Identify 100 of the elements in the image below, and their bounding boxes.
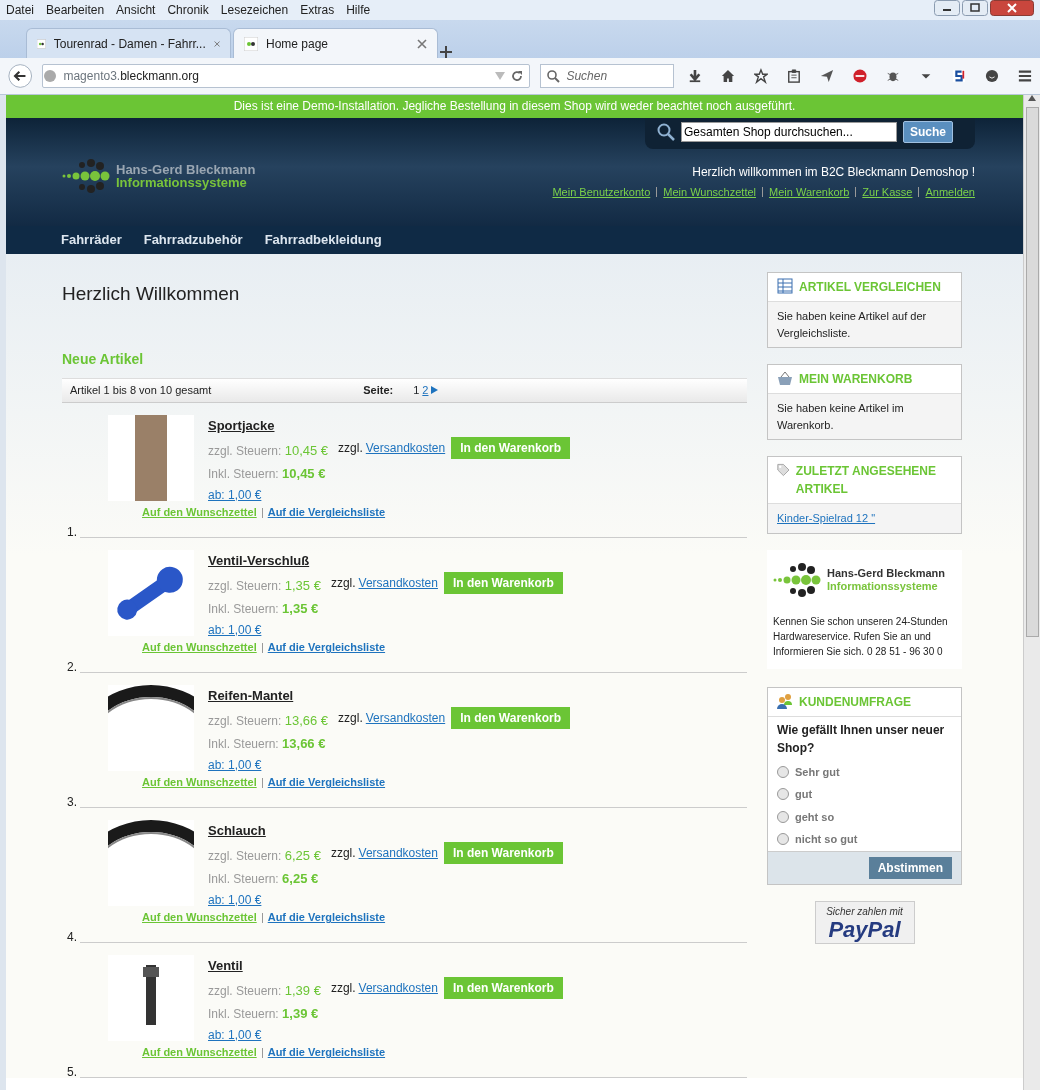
tax-excl-label: zzgl. Steuern: [208,579,282,593]
people-icon [777,692,793,709]
product-name[interactable]: Sportjacke [208,415,275,435]
compare-link[interactable]: Auf die Vergleichsliste [267,504,386,521]
account-link[interactable]: Zur Kasse [862,184,913,201]
logo-icon [62,156,112,196]
from-price-link[interactable]: ab: 1,00 € [208,891,262,909]
url-field[interactable]: magento3.bleckmann.org [42,64,531,88]
scrollbar-thumb[interactable] [1025,107,1039,637]
from-price-link[interactable]: ab: 1,00 € [208,756,262,774]
poll-option[interactable]: gut [768,783,961,806]
star-icon[interactable] [754,68,769,84]
page-link[interactable]: 2 [422,381,429,399]
block-title: ARTIKEL VERGLEICHEN [799,279,941,296]
search-field[interactable]: Suchen [540,64,675,88]
menu-item[interactable]: Hilfe [340,1,377,19]
next-page-icon[interactable] [431,386,439,394]
account-link[interactable]: Mein Wunschzettel [663,184,756,201]
menu-item[interactable]: Chronik [161,1,215,19]
recent-product-link[interactable]: Kinder-Spielrad 12 " [777,512,876,524]
reader-icon[interactable] [787,68,802,84]
globe-icon [43,69,58,83]
price-text: 13,66 € [284,713,329,728]
new-tab-icon[interactable] [440,46,452,58]
section-title: Neue Artikel [62,349,145,369]
item-count: Artikel 1 bis 8 von 10 gesamt [70,382,212,398]
shipping-link[interactable]: Versandkosten [365,439,446,457]
nav-link[interactable]: Fahrradbekleidung [264,230,382,250]
product-name[interactable]: Reifen-Mantel [208,685,294,705]
browser-tab[interactable]: Home page [233,28,438,58]
minimize-icon[interactable] [934,0,960,16]
item-number: 1. [67,523,78,540]
nav-link[interactable]: Fahrradzubehör [143,230,243,250]
search-icon [657,123,675,141]
menu-item[interactable]: Lesezeichen [214,1,295,19]
back-icon[interactable] [8,62,33,90]
logo-text: Hans-Gerd Bleckmann [116,163,256,176]
item-number: 4. [67,928,78,945]
menu-icon[interactable] [1017,68,1032,84]
account-link[interactable]: Mein Warenkorb [769,184,850,201]
from-price-link[interactable]: ab: 1,00 € [208,486,262,504]
poll-option[interactable]: Sehr gut [768,760,961,783]
page-title: Herzlich Willkommen [62,282,241,306]
adblock-icon[interactable] [853,68,868,84]
shop-search-field[interactable]: Gesamten Shop durchsuchen... [681,122,897,142]
tag-icon [777,462,790,478]
maximize-icon[interactable] [962,0,988,16]
menu-item[interactable]: Bearbeiten [40,1,111,19]
shipping-link[interactable]: Versandkosten [358,979,438,997]
shipping-link[interactable]: Versandkosten [358,574,438,592]
shipping-prefix: zzgl. [338,710,363,727]
promo-text: Kennen Sie schon unseren 24-Stunden Hardwareservice. Rufen Sie an und Informieren Sie sich. 0 28 51 - 96 30 0 [773,614,949,659]
compare-link[interactable]: Auf die Vergleichsliste [267,1044,386,1061]
search-input[interactable]: Suchen [564,66,655,86]
close-icon[interactable] [990,0,1034,16]
tab-title: Home page [266,35,330,53]
price-text: 6,25 € [282,870,319,886]
shipping-prefix: zzgl. [330,575,356,592]
nav-link[interactable]: Fahrräder [61,230,122,250]
product-name[interactable]: Schlauch [208,820,266,840]
shipping-link[interactable]: Versandkosten [358,844,438,862]
favicon-icon [37,36,46,51]
close-icon[interactable] [417,38,427,49]
browser-tab[interactable]: Tourenrad - Damen - Fahrr... [26,28,231,58]
vote-button[interactable]: Abstimmen [868,856,952,879]
price-text: 10,45 € [284,443,329,458]
block-title: MEIN WARENKORB [799,371,913,388]
reload-icon[interactable] [511,70,524,82]
tax-excl-label: zzgl. Steuern: [208,984,282,998]
price-text: 13,66 € [282,735,326,751]
product-name[interactable]: Ventil [208,955,243,975]
price-text: 1,35 € [282,600,319,616]
favicon-icon [244,36,258,51]
from-price-link[interactable]: ab: 1,00 € [208,621,262,639]
send-icon[interactable] [820,68,835,84]
menu-item[interactable]: Extras [294,1,341,19]
shipping-prefix: zzgl. [338,440,363,457]
account-link[interactable]: Anmelden [925,184,975,201]
price-text: 1,39 € [284,983,321,998]
block-title: ZULETZT ANGESEHENE ARTIKEL [795,463,938,498]
search-button[interactable]: Suche [903,121,953,143]
tax-incl-label: Inkl. Steuern: [208,601,279,616]
account-link[interactable]: Mein Benutzerkonto [552,184,651,201]
menu-item[interactable]: Datei [0,1,40,19]
price-text: 1,39 € [282,1005,319,1021]
compare-link[interactable]: Auf die Vergleichsliste [267,909,386,926]
shipping-link[interactable]: Versandkosten [365,709,446,727]
menu-item[interactable]: Ansicht [110,1,162,19]
poll-option[interactable]: nicht so gut [768,828,961,851]
page-link[interactable]: 1 [413,381,420,399]
download-icon[interactable] [688,68,703,84]
poll-option[interactable]: geht so [768,805,961,828]
product-name[interactable]: Ventil-Verschluß [208,550,310,570]
s-logo-icon[interactable] [952,68,966,84]
poll-question: Wie gefällt Ihnen unser neuer Shop? [768,716,961,761]
chat-icon[interactable] [985,68,999,84]
from-price-link[interactable]: ab: 1,00 € [208,1026,262,1044]
compare-link[interactable]: Auf die Vergleichsliste [267,774,386,791]
home-icon[interactable] [721,68,736,84]
compare-link[interactable]: Auf die Vergleichsliste [267,639,386,656]
